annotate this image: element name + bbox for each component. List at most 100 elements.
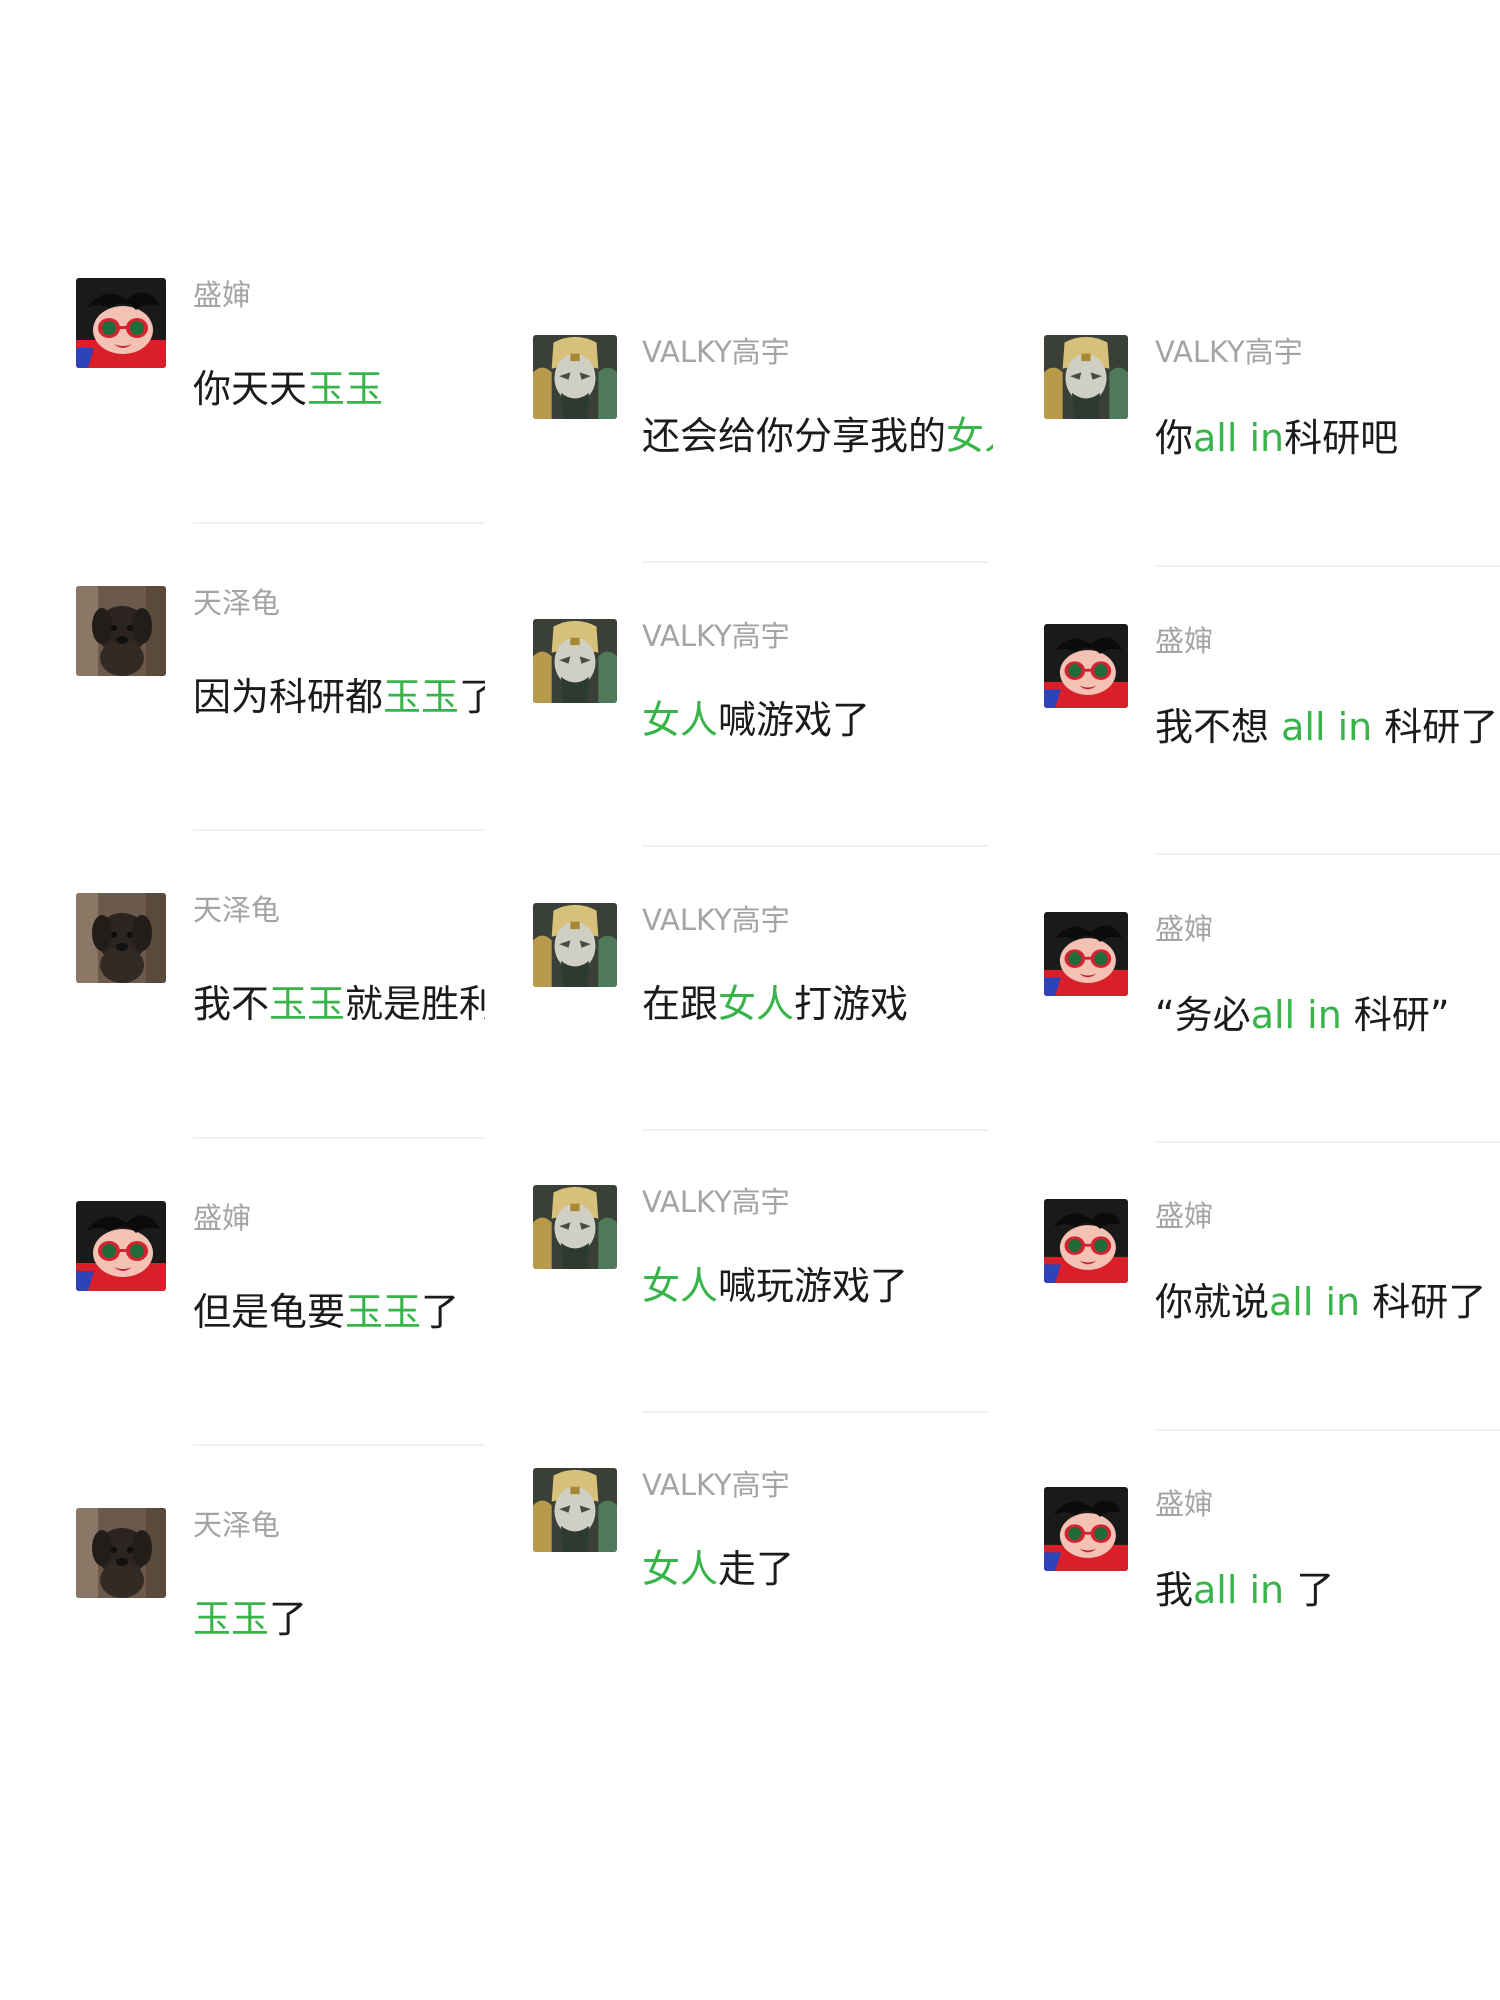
message-text-segment: 了 xyxy=(269,1597,308,1641)
message-text: 你就说all in 科研了 xyxy=(1155,1279,1486,1325)
sender-name: VALKY高宇 xyxy=(642,1185,790,1219)
chat-column-middle: VALKY高宇还会给你分享我的女人VALKY高宇女人喊游戏了VALKY高宇在跟女… xyxy=(485,0,993,2000)
highlighted-keyword[interactable]: 女人 xyxy=(642,698,718,742)
message-divider xyxy=(193,522,485,524)
sender-name: 天泽龟 xyxy=(193,893,281,927)
message-divider xyxy=(642,1129,988,1131)
chat-message[interactable]: VALKY高宇在跟女人打游戏 xyxy=(485,903,993,1103)
highlighted-keyword[interactable]: all in xyxy=(1193,416,1284,460)
message-text-segment: 科研了 xyxy=(1360,1280,1487,1324)
message-text: 女人走了 xyxy=(642,1546,794,1592)
message-divider xyxy=(642,845,988,847)
sender-name: VALKY高宇 xyxy=(1155,335,1303,369)
avatar[interactable] xyxy=(533,1468,617,1552)
chat-message[interactable]: VALKY高宇女人喊玩游戏了 xyxy=(485,1185,993,1385)
sender-name: 盛婶 xyxy=(1155,912,1214,946)
avatar[interactable] xyxy=(76,1201,166,1291)
avatar[interactable] xyxy=(1044,624,1128,708)
avatar[interactable] xyxy=(1044,912,1128,996)
message-text: 在跟女人打游戏 xyxy=(642,981,908,1027)
chat-message[interactable]: 盛婶你天天玉玉 xyxy=(0,278,485,478)
highlighted-keyword[interactable]: 女人 xyxy=(642,1547,718,1591)
message-text-segment: 因为科研都 xyxy=(193,675,384,719)
avatar[interactable] xyxy=(1044,1487,1128,1571)
highlighted-keyword[interactable]: all in xyxy=(1269,1280,1360,1324)
avatar[interactable] xyxy=(533,335,617,419)
message-text: 你天天玉玉 xyxy=(193,366,383,412)
avatar[interactable] xyxy=(76,278,166,368)
message-text-segment: 走了 xyxy=(718,1547,795,1591)
sender-name: 盛婶 xyxy=(193,278,252,312)
chat-message[interactable]: 盛婶我不想 all in 科研了 xyxy=(993,624,1500,824)
highlighted-keyword[interactable]: 女人 xyxy=(718,982,794,1026)
message-text-segment: 打游戏 xyxy=(794,982,909,1026)
chat-message[interactable]: VALKY高宇还会给你分享我的女人 xyxy=(485,335,993,535)
message-text: 还会给你分享我的女人 xyxy=(642,413,993,459)
message-text-segment: 你天天 xyxy=(193,367,308,411)
chat-message[interactable]: 盛婶但是龟要玉玉了 xyxy=(0,1201,485,1401)
message-text: 你all in科研吧 xyxy=(1155,415,1398,461)
sender-name: VALKY高宇 xyxy=(642,335,790,369)
sender-name: 盛婶 xyxy=(1155,1199,1214,1233)
message-text: 女人喊游戏了 xyxy=(642,697,870,743)
chat-message[interactable]: 天泽龟 玉玉了 xyxy=(0,1508,485,1708)
sender-name: 盛婶 xyxy=(1155,624,1214,658)
avatar[interactable] xyxy=(1044,1199,1128,1283)
highlighted-keyword[interactable]: 玉玉 xyxy=(269,982,345,1026)
sender-name: 盛婶 xyxy=(193,1201,252,1235)
highlighted-keyword[interactable]: all in xyxy=(1193,1568,1284,1612)
chat-message[interactable]: VALKY高宇你all in科研吧 xyxy=(993,335,1500,535)
chat-column-left: 盛婶 你天天玉玉 天泽龟 因为科研都玉玉了 天泽龟 我不玉玉就是胜利 盛婶 但是龟要玉玉了 天泽… xyxy=(0,0,485,2000)
chat-message[interactable]: 盛婶 “务必all in 科研” xyxy=(993,912,1500,1112)
message-text: “务必all in 科研” xyxy=(1155,992,1450,1038)
sender-name: 天泽龟 xyxy=(193,586,281,620)
message-text-segment: 但是龟要 xyxy=(193,1290,346,1334)
message-text-segment: 科研吧 xyxy=(1284,416,1399,460)
message-divider xyxy=(193,1137,485,1139)
message-text: 我all in 了 xyxy=(1155,1567,1334,1613)
avatar[interactable] xyxy=(1044,335,1128,419)
chat-column-right: VALKY高宇 你all in科研吧 盛婶 我不想 all in 科研了 盛婶 “务必al… xyxy=(993,0,1500,2000)
avatar[interactable] xyxy=(76,586,166,676)
message-divider xyxy=(642,561,988,563)
avatar[interactable] xyxy=(76,1508,166,1598)
message-text: 女人喊玩游戏了 xyxy=(642,1263,908,1309)
message-text: 玉玉了 xyxy=(193,1596,307,1642)
message-divider xyxy=(642,1411,988,1413)
message-text-segment: 我不 xyxy=(193,982,270,1026)
message-text-segment: 我不想 xyxy=(1155,705,1282,749)
message-text-segment: 喊玩游戏了 xyxy=(718,1264,909,1308)
message-text: 但是龟要玉玉了 xyxy=(193,1289,459,1335)
message-divider xyxy=(1155,565,1500,567)
sender-name: VALKY高宇 xyxy=(642,619,790,653)
chat-message[interactable]: VALKY高宇女人喊游戏了 xyxy=(485,619,993,819)
message-text: 我不玉玉就是胜利 xyxy=(193,981,485,1027)
message-text-segment: 了 xyxy=(459,675,485,719)
chat-message[interactable]: VALKY高宇 女人走了 xyxy=(485,1468,993,1668)
highlighted-keyword[interactable]: 女人 xyxy=(642,1264,718,1308)
highlighted-keyword[interactable]: all in xyxy=(1251,993,1342,1037)
highlighted-keyword[interactable]: 玉玉 xyxy=(383,675,459,719)
chat-message[interactable]: 天泽龟因为科研都玉玉了 xyxy=(0,586,485,786)
highlighted-keyword[interactable]: 玉玉 xyxy=(307,367,383,411)
message-text-segment: 你就说 xyxy=(1155,1280,1270,1324)
avatar[interactable] xyxy=(533,1185,617,1269)
sender-name: 盛婶 xyxy=(1155,1487,1214,1521)
avatar[interactable] xyxy=(533,619,617,703)
highlighted-keyword[interactable]: 玉玉 xyxy=(345,1290,421,1334)
message-divider xyxy=(193,829,485,831)
sender-name: VALKY高宇 xyxy=(642,903,790,937)
highlighted-keyword[interactable]: 玉玉 xyxy=(193,1597,269,1641)
message-text-segment: 就是胜利 xyxy=(345,982,485,1026)
message-text-segment: 科研了 xyxy=(1372,705,1499,749)
highlighted-keyword[interactable]: all in xyxy=(1281,705,1372,749)
avatar[interactable] xyxy=(533,903,617,987)
message-text-segment: 你 xyxy=(1155,416,1194,460)
chat-message[interactable]: 盛婶我all in 了 xyxy=(993,1487,1500,1687)
avatar[interactable] xyxy=(76,893,166,983)
chat-message[interactable]: 盛婶你就说all in 科研了 xyxy=(993,1199,1500,1399)
highlighted-keyword[interactable]: 女人 xyxy=(946,414,993,458)
message-text: 我不想 all in 科研了 xyxy=(1155,704,1498,750)
chat-message[interactable]: 天泽龟我不玉玉就是胜利 xyxy=(0,893,485,1093)
message-divider xyxy=(1155,853,1500,855)
